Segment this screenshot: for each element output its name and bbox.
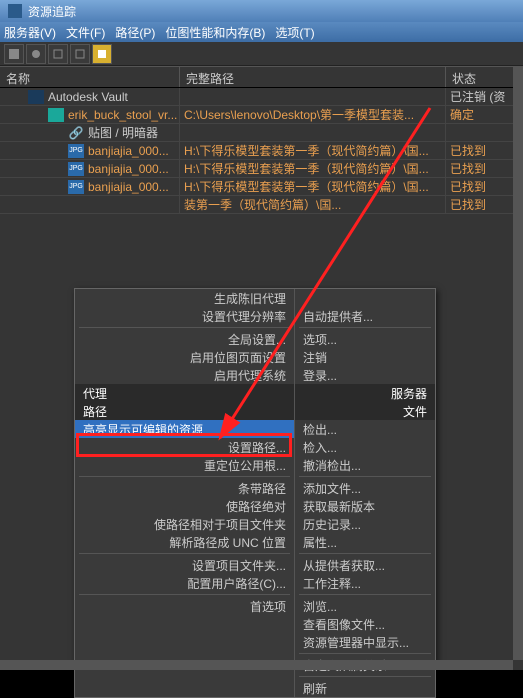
row-status: 确定 — [450, 106, 474, 123]
vault-icon — [28, 90, 44, 104]
ctx-item[interactable]: 解析路径成 UNC 位置 — [75, 533, 294, 551]
ctx-item[interactable]: 启用位图页面设置 — [75, 348, 294, 366]
row-path: H:\下得乐模型套装第一季（现代简约篇）\国... — [184, 178, 429, 195]
ctx-item[interactable]: 使路径绝对 — [75, 497, 294, 515]
row-path: H:\下得乐模型套装第一季（现代简约篇）\国... — [184, 160, 429, 177]
title-bar: 资源追踪 — [0, 0, 523, 22]
max-icon — [48, 108, 64, 122]
row-name: banjiajia_000... — [88, 180, 169, 194]
ctx-item: 代理 — [75, 384, 294, 402]
table-row[interactable]: Autodesk Vault 已注销 (资 — [0, 88, 523, 106]
ctx-item: 路径 — [75, 402, 294, 420]
row-path: H:\下得乐模型套装第一季（现代简约篇）\国... — [184, 142, 429, 159]
app-icon — [8, 4, 22, 18]
ctx-item[interactable]: 选项... — [295, 330, 435, 348]
ctx-item[interactable]: 从提供者获取... — [295, 556, 435, 574]
tool-btn-2[interactable] — [26, 44, 46, 64]
table-row[interactable]: JPG banjiajia_000... H:\下得乐模型套装第一季（现代简约篇）\… — [0, 142, 523, 160]
ctx-item[interactable]: 设置代理分辨率 — [75, 307, 294, 325]
toolbar — [0, 42, 523, 66]
row-name: banjiajia_000... — [88, 162, 169, 176]
menu-options[interactable]: 选项(T) — [275, 24, 314, 41]
col-status[interactable]: 状态 — [446, 66, 522, 87]
ctx-item[interactable]: 条带路径 — [75, 479, 294, 497]
ctx-item[interactable]: 设置项目文件夹... — [75, 556, 294, 574]
col-path[interactable]: 完整路径 — [180, 66, 446, 87]
row-status: 已找到 — [450, 160, 486, 177]
ctx-item[interactable]: 全局设置... — [75, 330, 294, 348]
ctx-item[interactable]: 配置用户路径(C)... — [75, 574, 294, 592]
row-status: 已注销 (资 — [450, 88, 505, 105]
ctx-item[interactable]: 添加文件... — [295, 479, 435, 497]
ctx-item[interactable]: 高亮显示可编辑的资源 — [75, 420, 294, 438]
row-status: 已找到 — [450, 196, 486, 213]
jpg-icon: JPG — [68, 162, 84, 176]
table-row[interactable]: 🔗 贴图 / 明暗器 — [0, 124, 523, 142]
row-name: banjiajia_000... — [88, 144, 169, 158]
row-name: erik_buck_stool_vr... — [68, 108, 177, 122]
vertical-scrollbar[interactable] — [513, 66, 523, 660]
tool-btn-1[interactable] — [4, 44, 24, 64]
row-path: C:\Users\lenovo\Desktop\第一季模型套装... — [184, 106, 414, 123]
ctx-item[interactable]: 生成陈旧代理 — [75, 289, 294, 307]
menu-bar[interactable]: 服务器(V) 文件(F) 路径(P) 位图性能和内存(B) 选项(T) — [0, 22, 523, 42]
ctx-item[interactable]: 首选项 — [75, 597, 294, 615]
ctx-item[interactable] — [295, 289, 435, 307]
rows: Autodesk Vault已注销 (资erik_buck_stool_vr..… — [0, 88, 523, 214]
ctx-item[interactable]: 浏览... — [295, 597, 435, 615]
ctx-item[interactable]: 刷新 — [295, 679, 435, 697]
row-name: Autodesk Vault — [48, 90, 128, 104]
ctx-item[interactable]: 属性... — [295, 533, 435, 551]
ctx-item[interactable]: 检出... — [295, 420, 435, 438]
ctx-item[interactable]: 自动提供者... — [295, 307, 435, 325]
tool-btn-5[interactable] — [92, 44, 112, 64]
menu-server[interactable]: 服务器(V) — [4, 24, 56, 41]
table-row[interactable]: JPG banjiajia_000... H:\下得乐模型套装第一季（现代简约篇）\… — [0, 160, 523, 178]
window-title: 资源追踪 — [28, 3, 76, 20]
ctx-item: 文件 — [295, 402, 435, 420]
ctx-item[interactable]: 工作注释... — [295, 574, 435, 592]
link-icon: 🔗 — [68, 126, 84, 140]
ctx-item[interactable]: 获取最新版本 — [295, 497, 435, 515]
ctx-item[interactable]: 启用代理系统 — [75, 366, 294, 384]
ctx-item[interactable]: 资源管理器中显示... — [295, 633, 435, 651]
row-status: 已找到 — [450, 142, 486, 159]
ctx-item[interactable]: 使路径相对于项目文件夹 — [75, 515, 294, 533]
ctx-item[interactable]: 设置路径... — [75, 438, 294, 456]
jpg-icon: JPG — [68, 144, 84, 158]
ctx-item[interactable]: 历史记录... — [295, 515, 435, 533]
header-row: 名称 完整路径 状态 — [0, 66, 523, 88]
ctx-item[interactable]: 检入... — [295, 438, 435, 456]
grid-area: 名称 完整路径 状态 Autodesk Vault已注销 (资erik_buck… — [0, 66, 523, 670]
ctx-item[interactable]: 注销 — [295, 348, 435, 366]
menu-path[interactable]: 路径(P) — [115, 24, 155, 41]
tool-btn-3[interactable] — [48, 44, 68, 64]
ctx-item[interactable]: 撤消检出... — [295, 456, 435, 474]
ctx-item: 服务器 — [295, 384, 435, 402]
ctx-item[interactable]: 重定位公用根... — [75, 456, 294, 474]
ctx-item[interactable]: 登录... — [295, 366, 435, 384]
col-name[interactable]: 名称 — [0, 66, 180, 87]
row-path: 装第一季（现代简约篇）\国... — [184, 196, 341, 213]
row-name: 贴图 / 明暗器 — [88, 124, 158, 141]
menu-bitmap[interactable]: 位图性能和内存(B) — [165, 24, 265, 41]
table-row[interactable]: erik_buck_stool_vr... C:\Users\lenovo\Des… — [0, 106, 523, 124]
ctx-item[interactable]: 查看图像文件... — [295, 615, 435, 633]
menu-file[interactable]: 文件(F) — [66, 24, 105, 41]
tool-btn-4[interactable] — [70, 44, 90, 64]
table-row[interactable]: 装第一季（现代简约篇）\国... 已找到 — [0, 196, 523, 214]
context-menu[interactable]: 生成陈旧代理设置代理分辨率全局设置...启用位图页面设置启用代理系统代理路径高亮… — [74, 288, 436, 698]
jpg-icon: JPG — [68, 180, 84, 194]
row-status: 已找到 — [450, 178, 486, 195]
horizontal-scrollbar[interactable] — [0, 660, 513, 670]
table-row[interactable]: JPG banjiajia_000... H:\下得乐模型套装第一季（现代简约篇）\… — [0, 178, 523, 196]
